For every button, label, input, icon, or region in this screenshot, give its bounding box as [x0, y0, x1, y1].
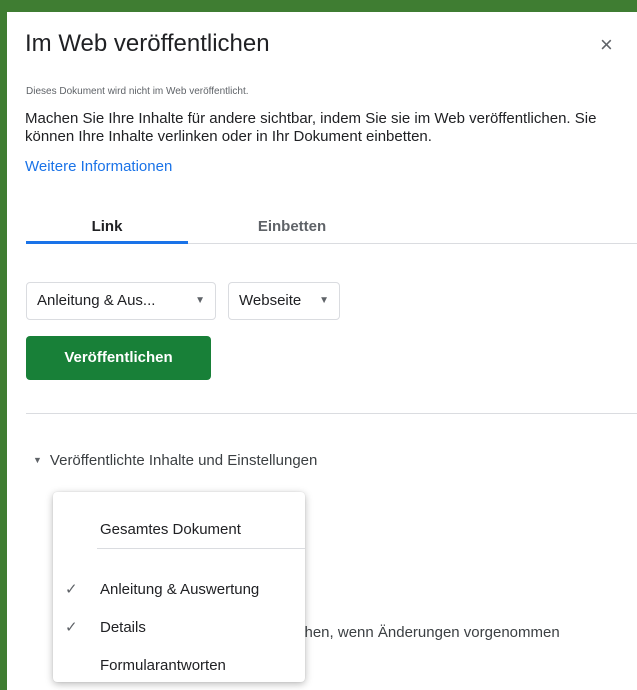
menu-item-label: Gesamtes Dokument [100, 521, 241, 538]
chevron-down-icon: ▼ [195, 295, 205, 306]
active-tab-indicator [26, 241, 188, 244]
published-content-settings-toggle[interactable]: ▼ Veröffentlichte Inhalte und Einstellung… [33, 452, 317, 469]
menu-item-details[interactable]: ✓ Details [53, 612, 305, 644]
format-select[interactable]: Webseite ▼ [228, 282, 340, 320]
auto-republish-label: chen, wenn Änderungen vorgenommen [297, 624, 560, 641]
section-divider [26, 413, 637, 414]
tab-link[interactable]: Link [26, 218, 188, 235]
dialog-title: Im Web veröffentlichen [25, 30, 270, 57]
sheet-select[interactable]: Anleitung & Aus... ▼ [26, 282, 216, 320]
menu-item-anleitung[interactable]: ✓ Anleitung & Auswertung [53, 574, 305, 606]
settings-section-label: Veröffentlichte Inhalte und Einstellunge… [49, 452, 318, 469]
content-select-menu: Gesamtes Dokument ✓ Anleitung & Auswertu… [53, 492, 305, 682]
chevron-down-icon: ▼ [319, 295, 329, 306]
publish-dialog: Im Web veröffentlichen × Dieses Dokument… [7, 12, 637, 690]
format-select-value: Webseite [239, 292, 302, 309]
publish-status-text: Dieses Dokument wird nicht im Web veröff… [26, 86, 249, 97]
learn-more-link[interactable]: Weitere Informationen [25, 158, 172, 175]
check-icon: ✓ [65, 619, 78, 636]
sheet-select-value: Anleitung & Aus... [37, 292, 156, 309]
dialog-description: Machen Sie Ihre Inhalte für andere sicht… [25, 110, 597, 145]
menu-item-entire-document[interactable]: Gesamtes Dokument [53, 514, 305, 546]
menu-item-label: Formularantworten [100, 657, 226, 674]
menu-item-form-responses[interactable]: Formularantworten [53, 650, 305, 682]
check-icon: ✓ [65, 581, 78, 598]
menu-divider [97, 548, 305, 549]
menu-item-label: Details [100, 619, 146, 636]
close-icon[interactable]: × [600, 34, 613, 56]
publish-button[interactable]: Veröffentlichen [26, 336, 211, 380]
menu-item-label: Anleitung & Auswertung [100, 581, 260, 598]
expand-triangle-icon: ▼ [33, 455, 42, 465]
tab-embed[interactable]: Einbetten [211, 218, 373, 235]
